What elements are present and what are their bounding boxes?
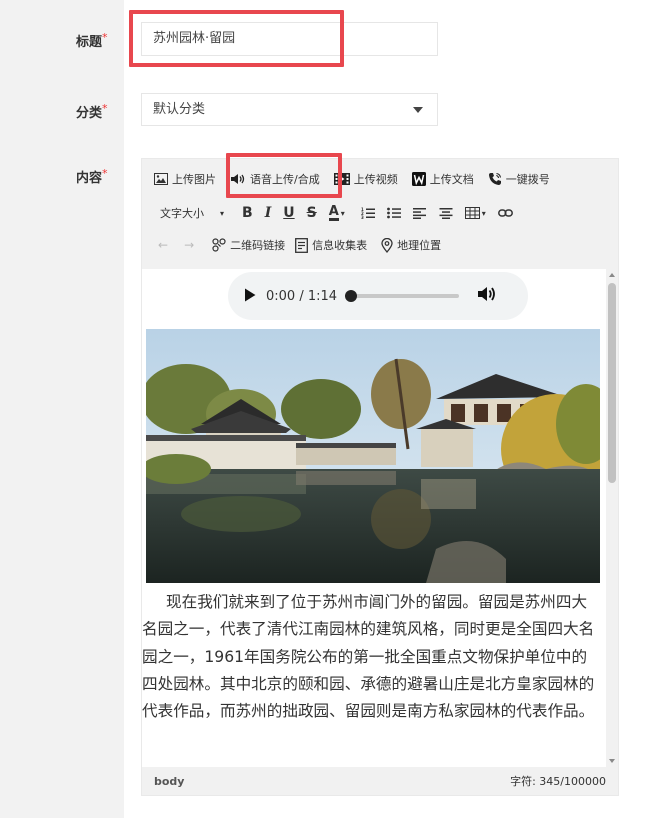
underline-button[interactable]: U (283, 205, 294, 221)
upload-image-button[interactable]: 上传图片 (154, 171, 216, 187)
editor-statusbar: body 字符: 345/100000 (142, 767, 618, 795)
label-column (0, 0, 124, 818)
upload-video-label: 上传视频 (353, 173, 398, 186)
title-highlight-frame (129, 10, 344, 67)
toolbar-row-format: 文字大小 ▾ B I U S A ▾ 123 ▾ (160, 199, 525, 227)
caret-down-icon: ▾ (220, 208, 225, 218)
category-label-text: 分类 (76, 106, 103, 121)
align-left-button[interactable] (412, 207, 427, 219)
content-label-text: 内容 (76, 171, 103, 186)
editor-content[interactable]: 0:00 / 1:14 现在我们就来到了位于苏州市阊门外的留园。留园是苏州四大名… (142, 269, 618, 767)
one-key-dial-button[interactable]: 一键拨号 (488, 171, 550, 187)
char-count: 字符: 345/100000 (510, 775, 606, 788)
scroll-up-icon[interactable] (609, 273, 615, 277)
redo-icon[interactable]: → (184, 238, 194, 252)
qr-link-icon (212, 238, 226, 252)
align-center-button[interactable] (439, 207, 453, 219)
link-icon (497, 209, 513, 217)
audio-time: 0:00 / 1:14 (266, 288, 338, 304)
audio-progress-knob[interactable] (345, 290, 358, 302)
scroll-down-icon[interactable] (609, 759, 615, 763)
category-label: 分类* (76, 102, 108, 121)
undo-icon[interactable]: ← (158, 238, 168, 252)
article-paragraph[interactable]: 现在我们就来到了位于苏州市阊门外的留园。留园是苏州四大名园之一，代表了清代江南园… (142, 589, 604, 725)
volume-icon[interactable] (477, 286, 497, 306)
audio-progress-slider[interactable] (345, 290, 460, 302)
title-label: 标题* (76, 31, 108, 50)
scroll-thumb[interactable] (608, 283, 616, 483)
ordered-list-button[interactable]: 123 (361, 207, 375, 219)
location-button[interactable]: 地理位置 (381, 237, 441, 253)
map-pin-icon (381, 237, 393, 253)
required-mark: * (102, 102, 108, 115)
upload-document-label: 上传文档 (429, 173, 474, 186)
upload-image-label: 上传图片 (172, 173, 216, 186)
form-icon (295, 237, 309, 253)
font-size-label: 文字大小 (160, 207, 204, 220)
upload-document-button[interactable]: 上传文档 (411, 171, 474, 187)
qr-link-label: 二维码链接 (230, 239, 286, 252)
table-button[interactable]: ▾ (464, 207, 486, 219)
italic-button[interactable]: I (265, 205, 272, 221)
one-key-dial-label: 一键拨号 (505, 173, 550, 186)
element-path: body (154, 774, 185, 788)
bullet-list-icon (386, 207, 401, 219)
location-label: 地理位置 (397, 239, 442, 252)
toolbar-row-media: 上传图片 语音上传/合成 上传视频 上传文档 一键拨号 (154, 165, 564, 193)
voice-upload-highlight-frame (226, 153, 342, 198)
upload-video-button[interactable]: 上传视频 (333, 171, 398, 187)
table-icon (464, 207, 480, 219)
required-mark: * (102, 31, 108, 44)
content-label: 内容* (76, 167, 108, 186)
garden-photo (146, 329, 600, 583)
editor-scrollbar[interactable] (606, 269, 618, 767)
info-collect-label: 信息收集表 (312, 239, 368, 252)
phone-icon (488, 172, 502, 186)
link-button[interactable] (497, 208, 513, 218)
ordered-list-icon: 123 (361, 207, 375, 219)
category-select[interactable]: 默认分类 (141, 93, 438, 126)
rich-text-editor: 上传图片 语音上传/合成 上传视频 上传文档 一键拨号 文字大小 ▾ B I U… (141, 158, 619, 796)
image-icon (154, 173, 168, 185)
font-color-icon: A (328, 204, 339, 221)
font-size-select[interactable]: 文字大小 ▾ (160, 205, 224, 221)
title-label-text: 标题 (76, 35, 103, 50)
bold-button[interactable]: B (242, 205, 253, 221)
play-icon[interactable] (244, 287, 256, 306)
font-color-button[interactable]: A ▾ (328, 204, 345, 221)
word-doc-icon (411, 172, 426, 186)
svg-text:3: 3 (361, 215, 364, 219)
info-collect-button[interactable]: 信息收集表 (295, 237, 367, 253)
category-selected-value: 默认分类 (153, 102, 206, 117)
audio-player: 0:00 / 1:14 (228, 272, 528, 320)
bullet-list-button[interactable] (386, 207, 401, 219)
required-mark: * (102, 167, 108, 180)
strikethrough-button[interactable]: S (307, 205, 317, 221)
qr-link-button[interactable]: 二维码链接 (212, 237, 285, 253)
align-center-icon (439, 208, 453, 219)
align-left-icon (412, 208, 426, 219)
toolbar-row-insert: ← → 二维码链接 信息收集表 地理位置 (158, 231, 455, 259)
chevron-down-icon (413, 107, 423, 113)
